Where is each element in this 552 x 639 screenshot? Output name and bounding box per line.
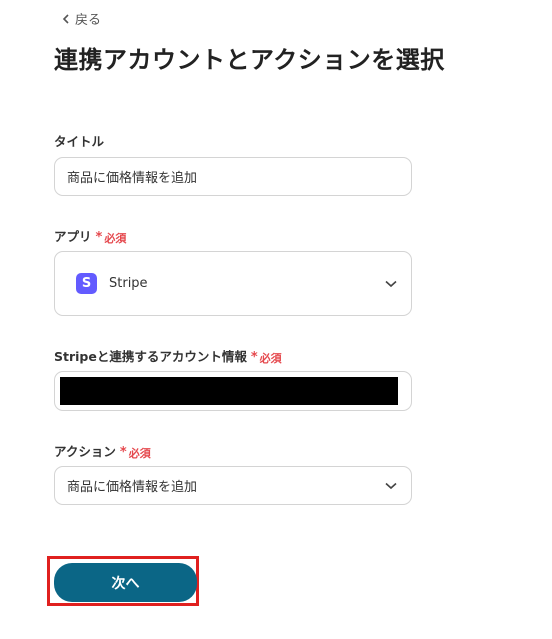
required-asterisk: * xyxy=(119,445,127,460)
chevron-down-icon xyxy=(385,280,397,287)
stripe-logo-icon: S xyxy=(76,273,97,294)
title-field-label: タイトル xyxy=(54,134,105,149)
required-asterisk: * xyxy=(95,230,103,245)
page-title: 連携アカウントとアクションを選択 xyxy=(54,46,445,74)
required-asterisk: * xyxy=(250,350,258,365)
title-input[interactable]: 商品に価格情報を追加 xyxy=(54,157,412,196)
account-field-label: Stripeと連携するアカウント情報 * 必須 xyxy=(54,349,282,365)
required-badge: * 必須 xyxy=(95,230,127,245)
app-select[interactable]: S Stripe xyxy=(54,251,412,316)
next-button[interactable]: 次へ xyxy=(54,563,197,602)
title-input-value: 商品に価格情報を追加 xyxy=(67,171,198,186)
back-link[interactable]: 戻る xyxy=(62,9,101,28)
chevron-left-icon xyxy=(62,13,69,24)
redacted-account-value xyxy=(60,377,398,405)
action-select-value: 商品に価格情報を追加 xyxy=(67,480,198,495)
app-field-label: アプリ * 必須 xyxy=(54,229,127,245)
app-select-value: Stripe xyxy=(109,276,148,291)
action-field-label: アクション * 必須 xyxy=(54,444,151,460)
action-select[interactable]: 商品に価格情報を追加 xyxy=(54,466,412,505)
required-badge: * 必須 xyxy=(119,445,151,460)
back-label: 戻る xyxy=(75,13,102,28)
chevron-down-icon xyxy=(385,482,397,489)
account-input[interactable] xyxy=(54,371,412,411)
required-badge: * 必須 xyxy=(250,350,282,365)
